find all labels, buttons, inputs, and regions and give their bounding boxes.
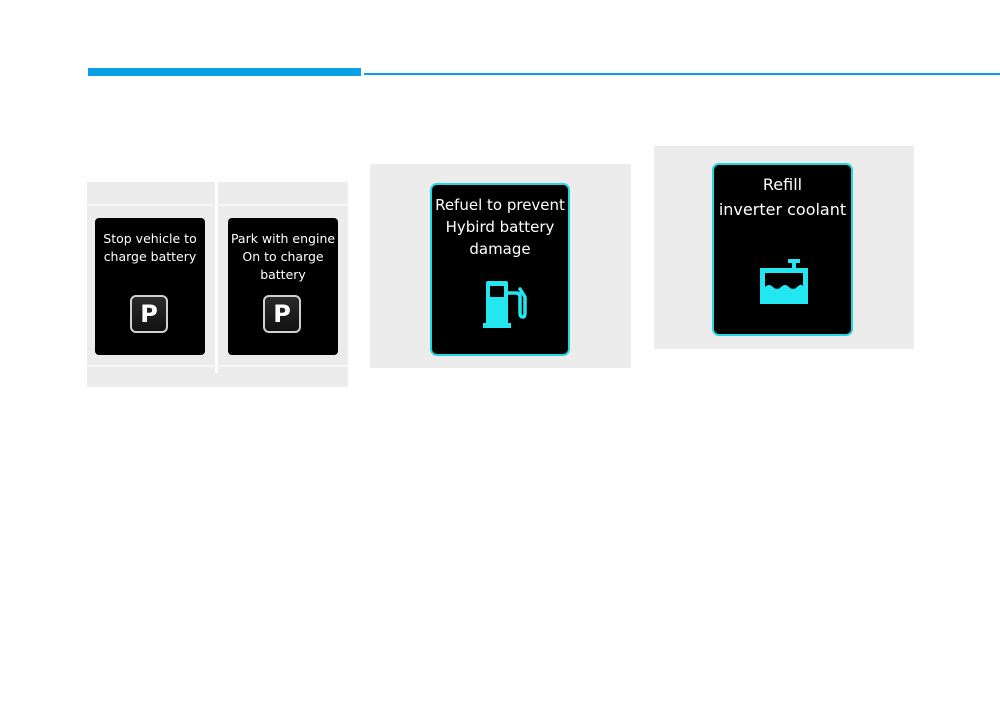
coolant-reservoir-icon — [760, 259, 808, 304]
panel-divider-vertical — [215, 182, 218, 373]
header-rule-thin — [364, 73, 1000, 75]
park-p-icon: P — [130, 295, 168, 333]
screen-message: Refuel to prevent Hybird battery damage — [435, 196, 565, 259]
warning-panel-refuel: Refuel to prevent Hybird battery damage — [370, 164, 631, 368]
cluster-screen-refuel: Refuel to prevent Hybird battery damage — [430, 183, 570, 356]
header-rule-thick — [88, 68, 361, 76]
cluster-screen-coolant: Refill inverter coolant — [712, 163, 853, 336]
fuel-pump-icon — [483, 281, 527, 328]
warning-panel-park: Stop vehicle to charge battery P Park wi… — [87, 182, 348, 387]
cluster-screen-park-engine-on: Park with engine On to charge battery P — [228, 218, 338, 355]
warning-panel-coolant: Refill inverter coolant — [654, 146, 914, 349]
cluster-screen-stop-vehicle: Stop vehicle to charge battery P — [95, 218, 205, 355]
screen-message: Refill inverter coolant — [718, 175, 847, 219]
park-p-icon: P — [263, 295, 301, 333]
screen-message: Stop vehicle to charge battery — [103, 231, 197, 265]
screen-message: Park with engine On to charge battery — [230, 231, 336, 282]
